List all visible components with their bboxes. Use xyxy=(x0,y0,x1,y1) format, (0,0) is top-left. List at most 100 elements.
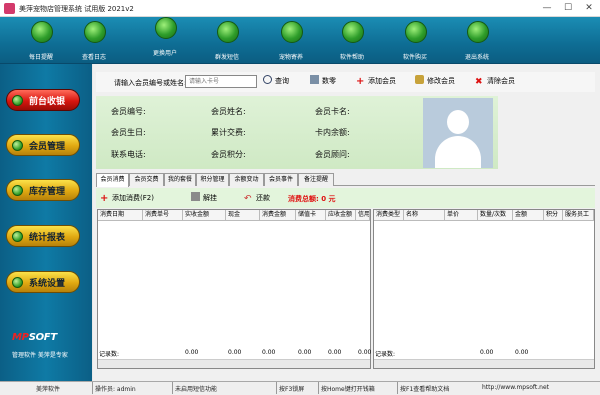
member-balance-label: 卡内余额: xyxy=(315,128,350,137)
count-button[interactable]: 数零 xyxy=(310,75,336,88)
toolbar-switch-user[interactable]: 更换用户 xyxy=(140,15,190,59)
settle-button[interactable]: 解挂 xyxy=(191,192,217,205)
status-separator xyxy=(92,382,93,394)
sum-value: 0.00 xyxy=(480,349,494,356)
consume-grid[interactable] xyxy=(97,209,371,369)
column-header[interactable]: 储值卡 xyxy=(296,210,326,221)
toolbar-group-sms[interactable]: 群发短信 xyxy=(202,19,252,63)
log-icon xyxy=(84,21,106,43)
status-operator: 操作员: admin xyxy=(95,386,136,393)
count-icon xyxy=(310,75,319,84)
column-header[interactable]: 数量/次数 xyxy=(478,210,513,221)
status-company: 美萍软件 xyxy=(36,386,61,393)
consume-total: 消费总额: 0 元 xyxy=(288,195,336,203)
sidebar-settings[interactable]: 系统设置 xyxy=(6,271,80,293)
add-consume-button[interactable]: + 添加消费(F2) xyxy=(100,192,154,205)
settle-icon xyxy=(191,192,200,201)
status-separator xyxy=(276,382,277,394)
brand-tagline: 管理软件 美萍是专家 xyxy=(12,352,68,359)
close-button[interactable]: ✕ xyxy=(582,2,596,14)
column-header[interactable]: 信用 xyxy=(356,210,370,221)
query-button[interactable]: 查询 xyxy=(263,75,289,88)
column-header[interactable]: 单价 xyxy=(445,210,478,221)
member-points-label: 会员积分: xyxy=(211,150,246,159)
minimize-button[interactable]: — xyxy=(540,2,554,14)
switch-user-icon xyxy=(155,17,177,39)
record-count-label: 记录数: xyxy=(99,351,120,358)
member-advisor-label: 会员顾问: xyxy=(315,150,350,159)
tab-points[interactable]: 积分管理 xyxy=(196,173,229,186)
purchase-icon xyxy=(405,21,427,43)
sum-value: 0.00 xyxy=(262,349,276,356)
plus-icon: + xyxy=(100,193,109,204)
tab-member-consume[interactable]: 会员消费 xyxy=(96,173,129,187)
toolbar-help[interactable]: 软件帮助 xyxy=(327,19,377,63)
member-card-label: 会员卡名: xyxy=(315,107,350,116)
tab-notes[interactable]: 备注提醒 xyxy=(298,173,334,186)
column-header[interactable]: 消费日期 xyxy=(98,210,143,221)
column-header[interactable]: 名称 xyxy=(404,210,445,221)
column-header[interactable]: 现金 xyxy=(226,210,260,221)
sidebar-reports[interactable]: 统计报表 xyxy=(6,225,80,247)
tab-member-events[interactable]: 会员事件 xyxy=(264,173,298,186)
member-birthday-label: 会员生日: xyxy=(111,128,146,137)
sum-value: 0.00 xyxy=(228,349,242,356)
column-header[interactable]: 积分 xyxy=(544,210,563,221)
column-header[interactable]: 消费单号 xyxy=(143,210,183,221)
tab-my-packages[interactable]: 我的套餐 xyxy=(164,173,196,186)
member-total-spend-label: 累计交费: xyxy=(211,128,246,137)
sum-value: 0.00 xyxy=(328,349,342,356)
status-website-link[interactable]: http://www.mpsoft.net xyxy=(482,384,549,391)
horizontal-scrollbar[interactable] xyxy=(98,359,370,368)
sum-value: 0.00 xyxy=(298,349,312,356)
status-lock-hint: 按F3锁屏 xyxy=(279,386,305,393)
record-count-label: 记录数: xyxy=(375,351,396,358)
member-name-label: 会员姓名: xyxy=(211,107,246,116)
card-number-input[interactable] xyxy=(185,75,257,88)
column-header[interactable]: 服务员工 xyxy=(563,210,594,221)
sidebar-inventory[interactable]: 库存管理 xyxy=(6,179,80,201)
toolbar-daily-reminder[interactable]: 每日提醒 xyxy=(16,19,66,63)
sum-value: 0.00 xyxy=(358,349,372,356)
toolbar-exit[interactable]: 退出系统 xyxy=(452,19,502,63)
member-id-label: 会员编号: xyxy=(111,107,146,116)
action-bar xyxy=(96,188,595,208)
sms-icon xyxy=(217,21,239,43)
horizontal-scrollbar[interactable] xyxy=(374,359,594,368)
column-header[interactable]: 应收金额 xyxy=(326,210,356,221)
status-sms: 未启用短信功能 xyxy=(175,386,218,393)
status-separator xyxy=(172,382,173,394)
column-header[interactable]: 消费类型 xyxy=(374,210,404,221)
toolbar-pet-boarding[interactable]: 宠物寄养 xyxy=(266,19,316,63)
column-header[interactable]: 消费金额 xyxy=(260,210,296,221)
delete-icon: ✖ xyxy=(475,77,483,87)
cashier-icon xyxy=(12,95,23,106)
pet-boarding-icon xyxy=(281,21,303,43)
sidebar-cashier[interactable]: 前台收银 xyxy=(6,89,80,111)
column-header[interactable]: 金额 xyxy=(513,210,544,221)
member-icon xyxy=(12,140,23,151)
tab-member-payment[interactable]: 会员交费 xyxy=(129,173,164,186)
add-member-button[interactable]: + 添加会员 xyxy=(356,75,396,88)
member-phone-label: 联系电话: xyxy=(111,150,146,159)
sidebar-member-management[interactable]: 会员管理 xyxy=(6,134,80,156)
maximize-button[interactable]: ☐ xyxy=(561,2,575,14)
search-label: 请输入会员编号或姓名: xyxy=(114,79,187,87)
plus-icon: + xyxy=(356,76,365,87)
report-icon xyxy=(12,231,23,242)
tab-balance-change[interactable]: 余额变动 xyxy=(229,173,264,186)
status-separator xyxy=(318,382,319,394)
toolbar-view-log[interactable]: 查看日志 xyxy=(69,19,119,63)
repay-button[interactable]: ↶ 还款 xyxy=(244,192,270,205)
app-icon xyxy=(4,3,15,14)
search-icon xyxy=(263,75,272,84)
repay-icon: ↶ xyxy=(244,194,252,204)
clear-member-button[interactable]: ✖ 清除会员 xyxy=(475,75,515,88)
consume-detail-grid[interactable] xyxy=(373,209,595,369)
inventory-icon xyxy=(12,185,23,196)
edit-member-button[interactable]: 修改会员 xyxy=(415,75,455,88)
settings-icon xyxy=(12,277,23,288)
column-header[interactable]: 实收金额 xyxy=(183,210,226,221)
exit-icon xyxy=(467,21,489,43)
toolbar-purchase[interactable]: 软件购买 xyxy=(390,19,440,63)
